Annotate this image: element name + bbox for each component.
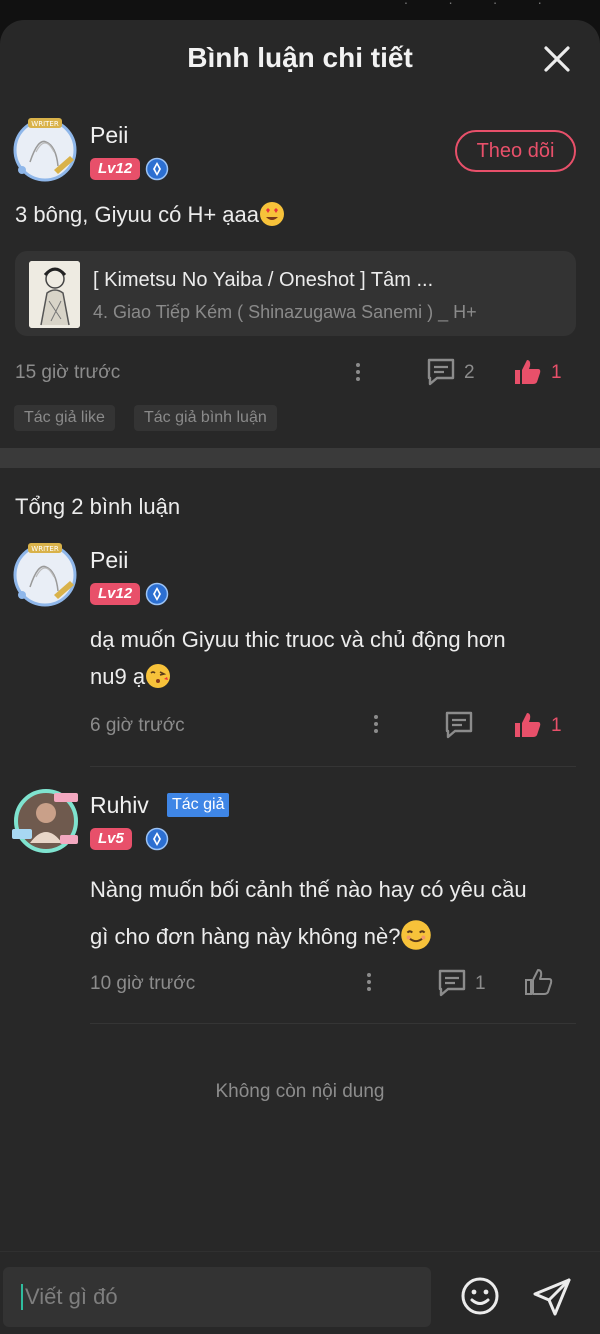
reply-comment-icon[interactable] bbox=[425, 357, 457, 387]
close-icon[interactable] bbox=[542, 44, 572, 74]
like-count: 1 bbox=[551, 715, 562, 736]
reply-text-line: dạ muốn Giyuu thic truoc và chủ động hơn bbox=[90, 627, 506, 652]
reply-text-line: gì cho đơn hàng này không nè? bbox=[90, 913, 527, 960]
like-icon[interactable] bbox=[512, 710, 542, 740]
emoji-picker-icon[interactable] bbox=[460, 1276, 500, 1316]
svg-text:WRITER: WRITER bbox=[31, 545, 59, 553]
reply-text-line: Nàng muốn bối cảnh thế nào hay có yêu cầ… bbox=[90, 877, 527, 902]
avatar[interactable]: WRITER bbox=[10, 537, 80, 607]
comment-input-placeholder: Viết gì đó bbox=[25, 1284, 118, 1309]
level-badge: Lv12 bbox=[90, 158, 141, 180]
end-of-content-label: Không còn nội dung bbox=[215, 1081, 385, 1102]
page-title: Bình luận chi tiết bbox=[187, 42, 413, 73]
avatar[interactable]: WRITER bbox=[10, 112, 80, 182]
like-outline-icon[interactable] bbox=[523, 967, 553, 997]
like-icon[interactable] bbox=[512, 357, 542, 387]
svg-text:WRITER: WRITER bbox=[31, 120, 59, 128]
smile-emoji-icon bbox=[400, 919, 432, 951]
reply-time: 6 giờ trước bbox=[90, 715, 185, 736]
total-comments-label: Tổng 2 bình luận bbox=[15, 494, 181, 519]
tag-author-commented: Tác giả bình luận bbox=[134, 405, 277, 431]
story-cover-image bbox=[29, 261, 80, 328]
level-badge: Lv5 bbox=[90, 828, 132, 850]
send-icon[interactable] bbox=[531, 1276, 573, 1318]
reply-divider bbox=[90, 1023, 576, 1024]
reply-comment-icon[interactable] bbox=[443, 710, 475, 740]
verified-shield-icon bbox=[145, 582, 169, 606]
section-divider bbox=[0, 448, 600, 468]
username[interactable]: Peii bbox=[90, 122, 128, 149]
story-title: [ Kimetsu No Yaiba / Oneshot ] Tâm ... bbox=[93, 269, 434, 291]
reply-text-line: nu9 ạ bbox=[90, 658, 506, 695]
text-caret bbox=[21, 1284, 23, 1310]
sheet-header: Bình luận chi tiết bbox=[0, 20, 600, 100]
comment-time: 15 giờ trước bbox=[15, 362, 121, 383]
like-count: 1 bbox=[551, 362, 562, 383]
more-options-icon[interactable] bbox=[364, 970, 374, 996]
follow-button[interactable]: Theo dõi bbox=[455, 130, 576, 172]
heart-eyes-emoji-icon bbox=[259, 201, 285, 227]
verified-shield-icon bbox=[145, 827, 169, 851]
more-options-icon[interactable] bbox=[371, 712, 381, 738]
comment-detail-sheet: Bình luận chi tiết WRITER Peii Lv12 Theo… bbox=[0, 20, 600, 1334]
reply-text-line-content: nu9 ạ bbox=[90, 664, 146, 689]
reply-text-line-content: gì cho đơn hàng này không nè? bbox=[90, 924, 401, 949]
tag-author-liked: Tác giả like bbox=[14, 405, 115, 431]
reply-comment-icon[interactable] bbox=[436, 968, 468, 998]
story-card[interactable]: [ Kimetsu No Yaiba / Oneshot ] Tâm ... 4… bbox=[15, 251, 576, 336]
comment-input[interactable]: Viết gì đó bbox=[3, 1267, 431, 1327]
level-badge: Lv12 bbox=[90, 583, 141, 605]
username[interactable]: Peii bbox=[90, 547, 128, 574]
comment-composer: Viết gì đó bbox=[0, 1251, 600, 1334]
comment-text-content: 3 bông, Giyuu có H+ ạaa bbox=[15, 202, 259, 227]
reply-count: 1 bbox=[475, 973, 486, 994]
reply-divider bbox=[90, 766, 576, 767]
reply-text: dạ muốn Giyuu thic truoc và chủ động hơn… bbox=[90, 621, 506, 695]
kiss-emoji-icon bbox=[145, 663, 171, 689]
more-options-icon[interactable] bbox=[353, 360, 363, 386]
reply-count: 2 bbox=[464, 362, 475, 383]
avatar[interactable] bbox=[10, 783, 80, 853]
story-chapter: 4. Giao Tiếp Kém ( Shinazugawa Sanemi ) … bbox=[93, 302, 477, 322]
reply-time: 10 giờ trước bbox=[90, 973, 196, 994]
username[interactable]: Ruhiv bbox=[90, 792, 149, 819]
comment-text: 3 bông, Giyuu có H+ ạaa bbox=[15, 196, 285, 233]
verified-shield-icon bbox=[145, 157, 169, 181]
status-bar: · · · · bbox=[0, 0, 600, 20]
reply-text: Nàng muốn bối cảnh thế nào hay có yêu cầ… bbox=[90, 866, 527, 960]
author-badge: Tác giả bbox=[167, 793, 230, 817]
